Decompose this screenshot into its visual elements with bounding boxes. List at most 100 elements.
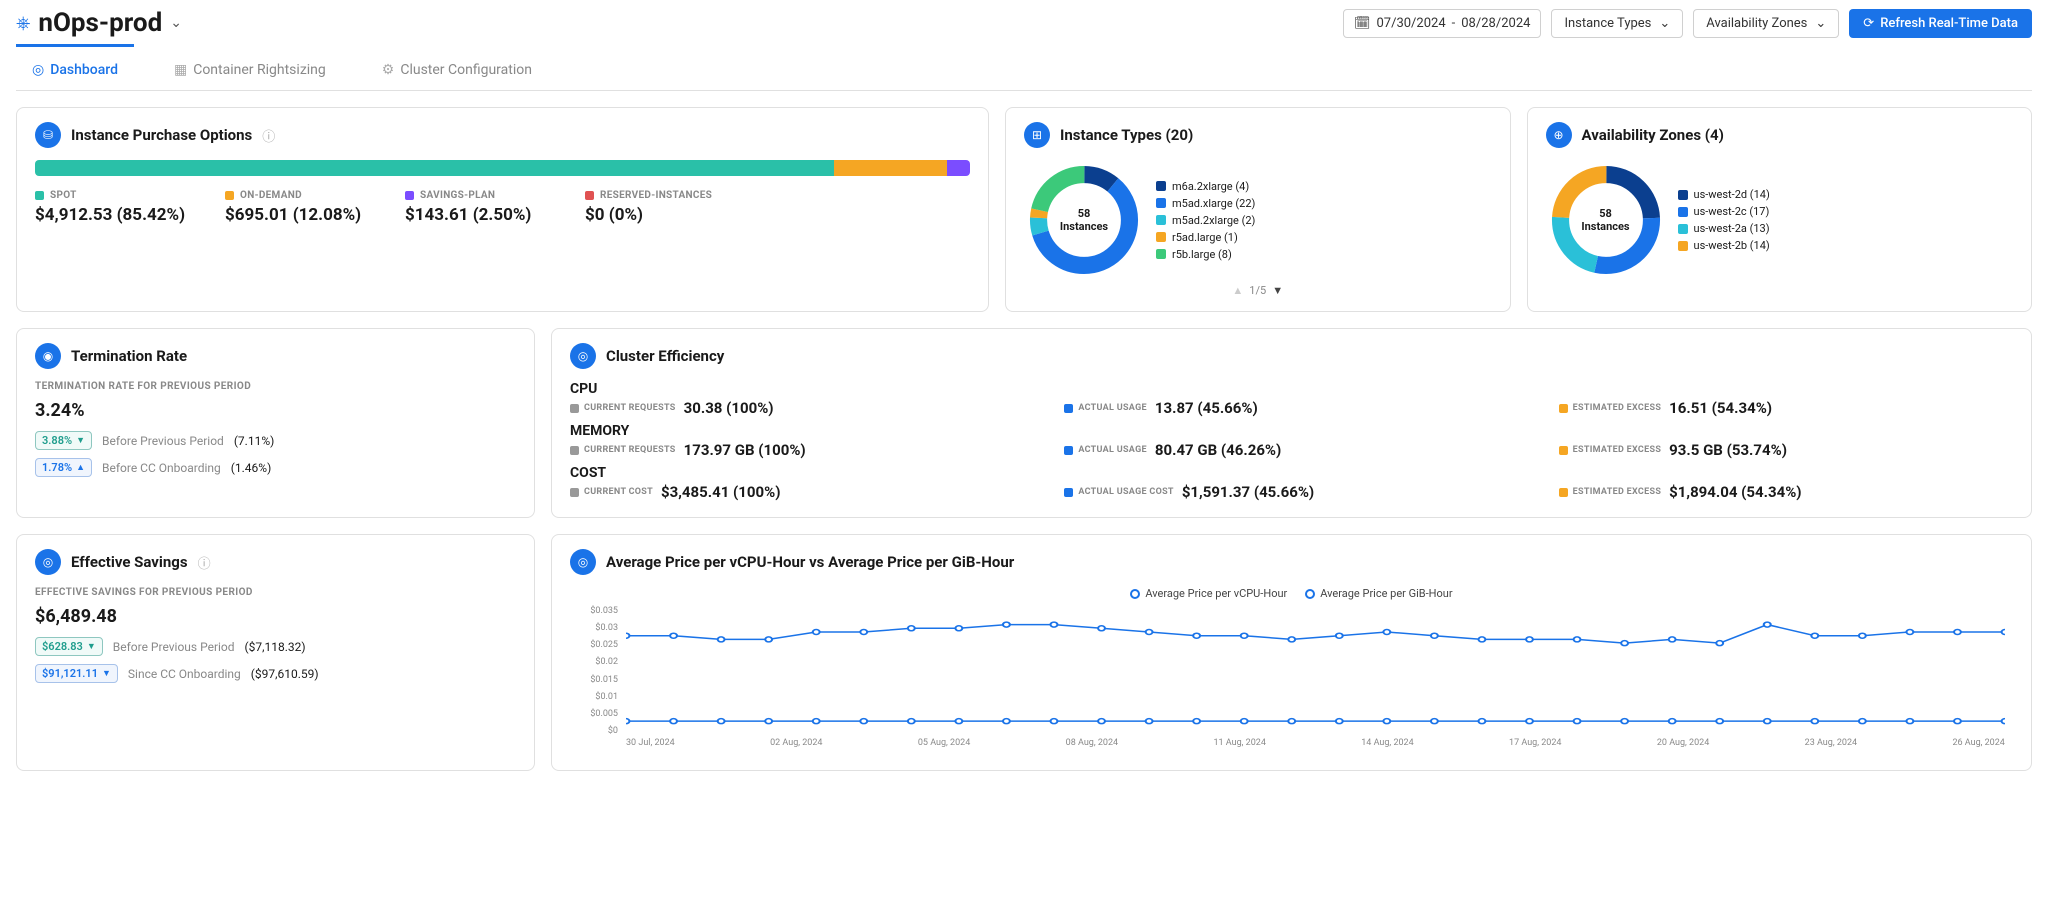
card-title: Average Price per vCPU-Hour vs Average P… <box>606 553 1014 571</box>
savings-line-1: $628.83▼ Before Previous Period ($7,118.… <box>35 637 516 656</box>
info-icon[interactable]: ⓘ <box>198 553 211 572</box>
legend-label: m5ad.xlarge (22) <box>1172 197 1255 210</box>
po-value: $0 (0%) <box>585 205 725 225</box>
color-swatch <box>1156 215 1166 225</box>
termination-line-2: 1.78%▲ Before CC Onboarding (1.46%) <box>35 458 516 477</box>
sub-label: EFFECTIVE SAVINGS FOR PREVIOUS PERIOD <box>35 587 516 598</box>
savings-value: $6,489.48 <box>35 606 516 627</box>
termination-value: 3.24% <box>35 400 516 421</box>
ce-tag-label: ACTUAL USAGE COST <box>1078 487 1173 497</box>
legend: us-west-2d (14)us-west-2c (17)us-west-2a… <box>1678 188 1770 252</box>
po-spot: SPOT $4,912.53 (85.42%) <box>35 190 185 225</box>
top-bar: ⎈ nOps-prod ⌄ 🗓 07/30/2024 - 08/28/2024 … <box>16 0 2032 46</box>
card-instance-types: ⊞ Instance Types (20) 58 Instances m6a.2… <box>1005 107 1511 312</box>
x-tick: 23 Aug, 2024 <box>1805 738 1857 756</box>
pager-next[interactable]: ▼ <box>1272 284 1283 297</box>
top-controls: 🗓 07/30/2024 - 08/28/2024 Instance Types… <box>1343 9 2032 38</box>
card-header: ◉ Termination Rate <box>35 343 516 369</box>
ce-tag-label: ACTUAL USAGE <box>1078 445 1147 455</box>
ce-tag-label: ESTIMATED EXCESS <box>1573 487 1662 497</box>
tab-label: Dashboard <box>50 62 118 78</box>
chart-legend: Average Price per vCPU-Hour Average Pric… <box>570 587 2013 600</box>
legend-series-2: Average Price per GiB-Hour <box>1305 587 1452 600</box>
tab-dashboard[interactable]: ◎ Dashboard <box>16 50 134 90</box>
refresh-button[interactable]: ⟳ Refresh Real-Time Data <box>1849 9 2032 38</box>
legend-row: m5ad.xlarge (22) <box>1156 197 1255 210</box>
card-title: Cluster Efficiency <box>606 347 724 365</box>
refresh-label: Refresh Real-Time Data <box>1880 16 2018 31</box>
legend-label: us-west-2d (14) <box>1694 188 1770 201</box>
marker-icon <box>1130 589 1140 599</box>
color-swatch <box>1678 224 1688 234</box>
instance-types-dropdown[interactable]: Instance Types ⌄ <box>1551 9 1683 38</box>
ce-tag-label: CURRENT REQUESTS <box>584 445 676 455</box>
az-icon: ⊕ <box>1546 122 1572 148</box>
availability-zones-dropdown[interactable]: Availability Zones ⌄ <box>1693 9 1839 38</box>
donut-chart: 58 Instances <box>1546 160 1666 280</box>
row-1: ⛁ Instance Purchase Options ⓘ SPOT $4,91… <box>16 107 2032 312</box>
legend-row: us-west-2c (17) <box>1678 205 1770 218</box>
card-title: Termination Rate <box>71 347 187 365</box>
card-header: ◎ Average Price per vCPU-Hour vs Average… <box>570 549 2013 575</box>
plot-area <box>626 606 2005 736</box>
y-tick: $0.025 <box>570 640 622 650</box>
sub-label: TERMINATION RATE FOR PREVIOUS PERIOD <box>35 381 516 392</box>
card-header: ⊞ Instance Types (20) <box>1024 122 1492 148</box>
tab-container-rightsizing[interactable]: ▦ Container Rightsizing <box>158 50 342 90</box>
cluster-selector[interactable]: ⎈ nOps-prod ⌄ <box>16 8 182 38</box>
pager-text: 1/5 <box>1249 284 1266 297</box>
tab-label: Container Rightsizing <box>193 62 326 78</box>
card-effective-savings: ◎ Effective Savings ⓘ EFFECTIVE SAVINGS … <box>16 534 535 771</box>
card-cluster-efficiency: ◎ Cluster Efficiency CPU CURRENT REQUEST… <box>551 328 2032 518</box>
purchase-options-items: SPOT $4,912.53 (85.42%) ON-DEMAND $695.0… <box>35 190 970 225</box>
termination-icon: ◉ <box>35 343 61 369</box>
marker-icon <box>1305 589 1315 599</box>
card-availability-zones: ⊕ Availability Zones (4) 58 Instances us… <box>1527 107 2033 312</box>
arrow-down-icon: ▼ <box>87 641 96 652</box>
arrow-down-icon: ▼ <box>76 435 85 446</box>
purchase-options-bar <box>35 160 970 176</box>
card-header: ⊕ Availability Zones (4) <box>1546 122 2014 148</box>
y-tick: $0.03 <box>570 623 622 633</box>
pager-prev[interactable]: ▲ <box>1232 284 1243 297</box>
legend-row: r5ad.large (1) <box>1156 231 1255 244</box>
legend-row: r5b.large (8) <box>1156 248 1255 261</box>
po-label: SAVINGS-PLAN <box>420 190 495 201</box>
legend-row: m6a.2xlarge (4) <box>1156 180 1255 193</box>
color-swatch <box>1156 181 1166 191</box>
donut-wrap: 58 Instances us-west-2d (14) us-west-2c (… <box>1546 160 2014 280</box>
container-icon: ▦ <box>174 62 187 78</box>
dashboard-icon: ◎ <box>32 62 44 78</box>
arrow-down-icon: ▼ <box>102 668 111 679</box>
po-on-demand: ON-DEMAND $695.01 (12.08%) <box>225 190 365 225</box>
ce-tag-label: ESTIMATED EXCESS <box>1573 445 1662 455</box>
legend-label: r5ad.large (1) <box>1172 231 1238 244</box>
donut-chart: 58 Instances <box>1024 160 1144 280</box>
info-icon[interactable]: ⓘ <box>262 126 275 145</box>
trend-pill: $91,121.11▼ <box>35 664 118 683</box>
legend-label: r5b.large (8) <box>1172 248 1232 261</box>
ce-val: 93.5 GB (53.74%) <box>1669 441 1787 459</box>
date-range-picker[interactable]: 🗓 07/30/2024 - 08/28/2024 <box>1343 9 1541 38</box>
cpu-title: CPU <box>570 381 2013 397</box>
price-chart-icon: ◎ <box>570 549 596 575</box>
y-tick: $0 <box>570 726 622 736</box>
row-2: ◉ Termination Rate TERMINATION RATE FOR … <box>16 328 2032 518</box>
pill-text: Before Previous Period <box>102 434 224 448</box>
po-bar-segment <box>947 160 970 176</box>
legend-label: us-west-2b (14) <box>1694 239 1770 252</box>
legend-row: m5ad.2xlarge (2) <box>1156 214 1255 227</box>
color-swatch <box>1156 232 1166 242</box>
color-swatch <box>35 191 44 200</box>
trend-pill: 3.88%▼ <box>35 431 92 450</box>
tab-cluster-configuration[interactable]: ⚙ Cluster Configuration <box>366 50 548 90</box>
color-swatch <box>1678 241 1688 251</box>
arrow-up-icon: ▲ <box>76 462 85 473</box>
card-title: Instance Purchase Options <box>71 126 252 144</box>
color-swatch <box>1678 207 1688 217</box>
color-swatch <box>1156 249 1166 259</box>
pill-text: Before CC Onboarding <box>102 461 221 475</box>
chevron-down-icon: ⌄ <box>170 15 182 31</box>
instance-types-icon: ⊞ <box>1024 122 1050 148</box>
y-tick: $0.02 <box>570 657 622 667</box>
